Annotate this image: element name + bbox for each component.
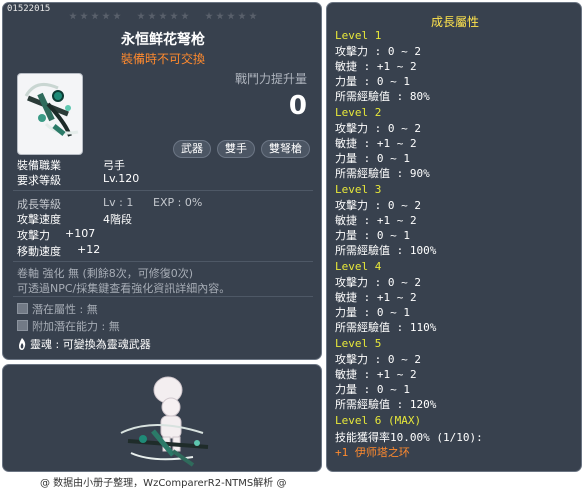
level-1-heading: Level 1 [335, 29, 382, 42]
required-job-value: 弓手 [103, 159, 125, 172]
star-icon [113, 12, 121, 20]
divider [13, 296, 313, 297]
potential-label: 潛在屬性 [32, 303, 76, 316]
required-level-value: Lv.120 [103, 172, 140, 185]
flame-icon [19, 338, 26, 350]
soul-label: 靈魂 [30, 338, 52, 351]
growth-level-value: Lv : 1 [103, 196, 134, 209]
item-tooltip-panel: 01522015 永恒鲜花弩枪 裝備時不可交換 戰鬥力提升量 0 武器 雙手 雙… [2, 2, 322, 360]
level-max-heading: Level 6 (MAX) [335, 414, 422, 427]
avatar-preview-panel [2, 364, 322, 472]
growth-level-label: 成長等級 [17, 198, 61, 211]
level-2-dex: 敏捷 : +1 ~ 2 [335, 137, 417, 150]
soul-value: : 可變換為靈魂武器 [55, 338, 151, 351]
attack-power-value: +107 [65, 227, 96, 240]
tag-dual-bowguns: 雙弩槍 [261, 140, 310, 158]
item-name: 永恒鲜花弩枪 [121, 32, 205, 48]
tag-weapon: 武器 [173, 140, 211, 158]
level-3-heading: Level 3 [335, 183, 382, 196]
star-icon [205, 12, 213, 20]
star-icon [170, 12, 178, 20]
upgrade-hint: 可透過NPC/採集鍵查看強化資訊詳細內容。 [17, 282, 231, 295]
item-type-tags: 武器 雙手 雙弩槍 [173, 140, 310, 158]
level-1-exp: 所需經驗值 : 80% [335, 90, 430, 103]
star-icon [238, 12, 246, 20]
star-icon [69, 12, 77, 20]
potential-icon [17, 303, 28, 314]
move-speed-label: 移動速度 [17, 245, 61, 258]
star-icon [91, 12, 99, 20]
level-4-dex: 敏捷 : +1 ~ 2 [335, 291, 417, 304]
footer-credit: @ 数据由小册子整理，WzComparerR2-NTMS解析 @ [40, 478, 287, 489]
item-icon-frame [17, 73, 83, 155]
level-2-str: 力量 : 0 ~ 1 [335, 152, 410, 165]
soul-row: 靈魂 : 可變換為靈魂武器 [17, 336, 151, 352]
level-5-attack: 攻擊力 : 0 ~ 2 [335, 353, 421, 366]
star-group [137, 12, 189, 20]
star-icon [102, 12, 110, 20]
star-force-stars [69, 12, 257, 20]
star-icon [159, 12, 167, 20]
level-3-exp: 所需經驗值 : 100% [335, 244, 437, 257]
level-max-skill-rate: 技能獲得率10.00% (1/10): [335, 431, 483, 444]
star-icon [148, 12, 156, 20]
growth-panel-title: 成長屬性 [430, 15, 479, 29]
divider [13, 261, 313, 262]
level-2-attack: 攻擊力 : 0 ~ 2 [335, 122, 421, 135]
growth-exp-value: EXP : 0% [153, 196, 203, 209]
move-speed-value: +12 [77, 243, 101, 256]
required-job-label: 裝備職業 [17, 159, 61, 172]
star-icon [216, 12, 224, 20]
level-5-exp: 所需經驗值 : 120% [335, 398, 437, 411]
level-1-attack: 攻擊力 : 0 ~ 2 [335, 45, 421, 58]
crossbow-icon [24, 82, 79, 137]
upgrade-info: 卷軸 強化 無 (剩餘8次，可修復0次) [17, 267, 194, 280]
divider [13, 190, 313, 191]
tag-two-handed: 雙手 [217, 140, 255, 158]
level-4-heading: Level 4 [335, 260, 382, 273]
power-increase-value: 0 [288, 91, 307, 121]
trade-restriction: 裝備時不可交換 [120, 52, 205, 66]
level-4-str: 力量 : 0 ~ 1 [335, 306, 410, 319]
level-5-dex: 敏捷 : +1 ~ 2 [335, 368, 417, 381]
attack-speed-label: 攻擊速度 [17, 213, 61, 226]
level-3-str: 力量 : 0 ~ 1 [335, 229, 410, 242]
star-icon [181, 12, 189, 20]
star-icon [227, 12, 235, 20]
growth-attributes-panel: 成長屬性 Level 1 攻擊力 : 0 ~ 2 敏捷 : +1 ~ 2 力量 … [326, 2, 582, 472]
bonus-potential-label: 附加潛在能力 [32, 320, 98, 333]
level-5-heading: Level 5 [335, 337, 382, 350]
bonus-potential-row: 附加潛在能力 : 無 [17, 318, 120, 334]
level-max-skill: +1 伊师塔之环 [335, 446, 410, 459]
required-level-label: 要求等級 [17, 174, 61, 187]
star-icon [249, 12, 257, 20]
attack-speed-value: 4階段 [103, 213, 132, 226]
level-4-exp: 所需經驗值 : 110% [335, 321, 437, 334]
bonus-potential-value: : 無 [101, 320, 120, 333]
star-icon [137, 12, 145, 20]
level-4-attack: 攻擊力 : 0 ~ 2 [335, 276, 421, 289]
level-3-attack: 攻擊力 : 0 ~ 2 [335, 199, 421, 212]
power-increase-label: 戰鬥力提升量 [235, 72, 308, 86]
level-2-exp: 所需經驗值 : 90% [335, 167, 430, 180]
potential-row: 潛在屬性 : 無 [17, 301, 98, 317]
bonus-potential-icon [17, 320, 28, 331]
level-1-str: 力量 : 0 ~ 1 [335, 75, 410, 88]
star-icon [80, 12, 88, 20]
attack-power-label: 攻擊力 [17, 229, 50, 242]
level-1-dex: 敏捷 : +1 ~ 2 [335, 60, 417, 73]
star-group [205, 12, 257, 20]
level-3-dex: 敏捷 : +1 ~ 2 [335, 214, 417, 227]
potential-value: : 無 [79, 303, 98, 316]
character-avatar [120, 376, 209, 467]
level-2-heading: Level 2 [335, 106, 382, 119]
level-5-str: 力量 : 0 ~ 1 [335, 383, 410, 396]
star-group [69, 12, 121, 20]
item-id: 01522015 [7, 4, 51, 14]
